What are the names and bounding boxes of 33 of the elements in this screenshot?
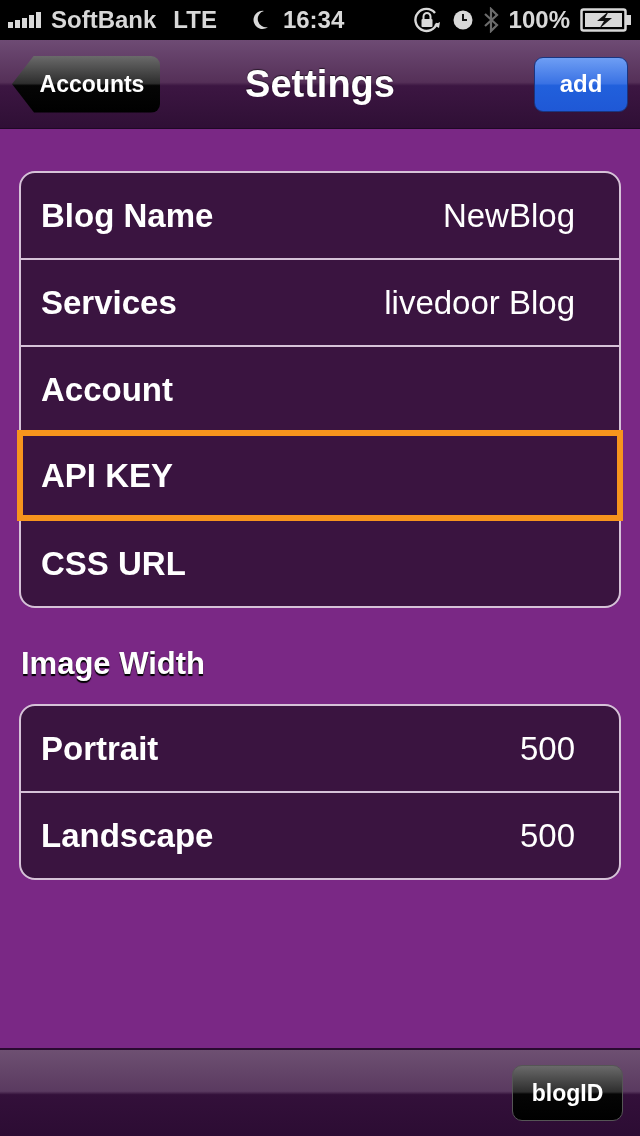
settings-row[interactable]: CSS URL	[21, 519, 619, 606]
battery-charging-icon	[580, 8, 632, 32]
row-value: NewBlog	[442, 196, 575, 235]
row-label: Portrait	[41, 729, 159, 768]
row-value: livedoor Blog	[384, 283, 575, 322]
row-label: Blog Name	[41, 196, 214, 235]
signal-icon	[8, 12, 42, 28]
back-button[interactable]: Accounts	[12, 55, 160, 113]
clock-time: 16:34	[282, 6, 345, 34]
clock-icon	[452, 10, 473, 30]
row-label: Account	[41, 370, 173, 409]
settings-row[interactable]: Services livedoor Blog	[21, 258, 619, 345]
settings-row[interactable]: Account	[21, 345, 619, 432]
carrier-name: SoftBank	[51, 6, 157, 34]
bluetooth-icon	[482, 7, 499, 33]
row-label: API KEY	[41, 456, 174, 495]
row-label: Services	[41, 283, 177, 322]
screen-title: Settings	[245, 62, 395, 106]
add-button[interactable]: add	[534, 56, 628, 112]
settings-row[interactable]: Landscape 500	[21, 791, 619, 878]
rotation-lock-icon	[412, 6, 441, 34]
settings-row[interactable]: API KEY	[17, 430, 623, 521]
row-label: Landscape	[41, 816, 214, 855]
settings-row[interactable]: Portrait 500	[21, 706, 619, 791]
network-type: LTE	[173, 6, 217, 34]
battery-percent: 100%	[508, 6, 570, 34]
row-value: 500	[519, 729, 575, 768]
moon-icon	[252, 10, 269, 30]
blog-id-button[interactable]: blogID	[512, 1065, 623, 1121]
row-label: CSS URL	[41, 544, 186, 583]
section-header: Image Width	[21, 645, 206, 683]
settings-row[interactable]: Blog Name NewBlog	[21, 173, 619, 258]
row-value: 500	[519, 816, 575, 855]
